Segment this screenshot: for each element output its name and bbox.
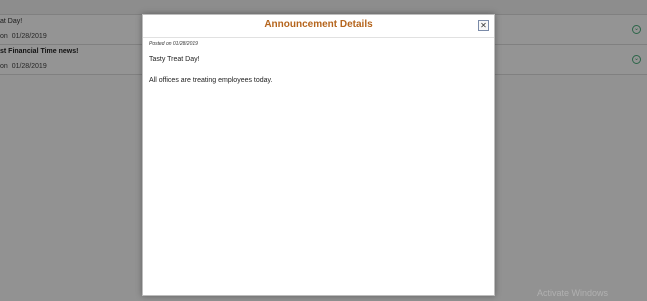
announcement-title: Tasty Treat Day! [149,56,200,63]
dialog-header: Announcement Details ✕ [143,15,494,38]
activate-windows-watermark: Activate Windows [537,288,609,298]
dialog-title: Announcement Details [264,19,373,30]
close-icon: ✕ [480,21,487,30]
announcement-details-dialog: Announcement Details ✕ Posted on 01/28/2… [142,14,495,296]
close-button[interactable]: ✕ [478,20,489,31]
announcement-body: All offices are treating employees today… [149,77,273,84]
posted-date: Posted on 01/28/2019 [149,41,198,47]
